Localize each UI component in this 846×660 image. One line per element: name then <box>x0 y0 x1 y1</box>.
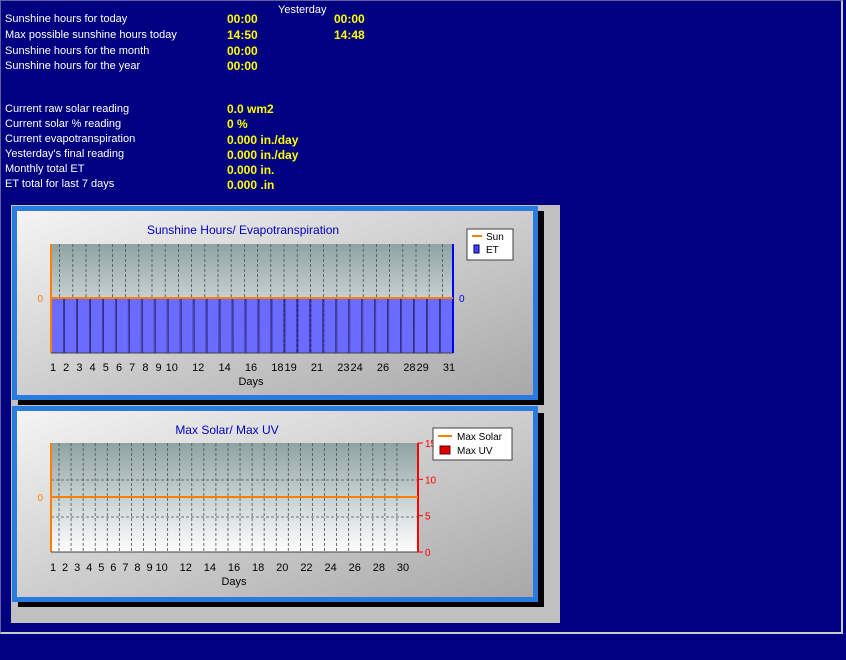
chart1-x-tick: 3 <box>76 362 82 374</box>
chart1-x-tick: 26 <box>377 362 389 374</box>
chart2-right-tick: 5 <box>425 512 431 523</box>
chart2-x-axis-label: Days <box>221 576 247 588</box>
chart2-x-tick: 2 <box>62 562 68 574</box>
chart2-x-tick: 14 <box>204 562 216 574</box>
chart1-x-tick: 29 <box>416 362 428 374</box>
chart1-x-tick: 24 <box>350 362 362 374</box>
chart2-legend-uv-swatch <box>439 445 451 455</box>
chart1-bar-et <box>115 297 129 354</box>
chart2-right-tick: 0 <box>425 548 431 559</box>
chart1-x-tick: 31 <box>443 362 455 374</box>
chart2-x-tick: 20 <box>276 562 288 574</box>
chart1-bar-et <box>440 297 453 354</box>
chart1-bar-et <box>232 297 246 354</box>
chart1-bar-et <box>310 297 324 354</box>
chart1-x-tick: 9 <box>156 362 162 374</box>
chart1-bar-et <box>284 297 298 354</box>
chart1-bar-et <box>193 297 207 354</box>
chart1-bar-et <box>427 297 440 354</box>
chart2-title: Max Solar/ Max UV <box>175 423 278 437</box>
chart2-x-tick: 6 <box>110 562 116 574</box>
chart1-right-tick: 0 <box>459 294 465 305</box>
chart1-x-tick: 8 <box>142 362 148 374</box>
chart2-x-tick: 5 <box>98 562 104 574</box>
chart2-legend-max-solar: Max Solar <box>457 432 503 443</box>
chart1-bar-et <box>401 297 414 354</box>
chart1-bar-et <box>258 297 272 354</box>
chart1-x-tick: 28 <box>403 362 415 374</box>
chart1-x-tick: 21 <box>311 362 323 374</box>
chart1-bar-et <box>180 297 194 354</box>
chart1-bar-et <box>297 297 311 354</box>
chart1-bar-et <box>102 297 116 354</box>
chart1-x-tick: 4 <box>90 362 96 374</box>
charts-canvas: Sunshine Hours/ Evapotranspiration 0 0 1… <box>12 206 544 607</box>
chart2-x-tick: 7 <box>122 562 128 574</box>
chart2-x-tick: 30 <box>397 562 409 574</box>
chart1-left-tick: 0 <box>37 294 43 305</box>
chart1-legend-et: ET <box>486 245 499 256</box>
chart1-x-tick: 10 <box>166 362 178 374</box>
chart1-bar-et <box>349 297 363 354</box>
chart2-x-tick: 28 <box>373 562 385 574</box>
chart1-bar-et <box>154 297 168 354</box>
chart1-bar-et <box>375 297 389 354</box>
chart1-x-tick: 7 <box>129 362 135 374</box>
chart2-legend-max-uv: Max UV <box>457 446 493 457</box>
chart1-legend-et-swatch <box>473 244 480 254</box>
chart1-x-tick: 12 <box>192 362 204 374</box>
chart1-x-tick: 2 <box>63 362 69 374</box>
chart2-x-tick: 8 <box>134 562 140 574</box>
chart1-x-tick: 6 <box>116 362 122 374</box>
chart1-bar-et <box>323 297 337 354</box>
chart1-bar-et <box>206 297 220 354</box>
chart2-right-tick: 10 <box>425 475 437 486</box>
chart1-x-tick: 23 <box>337 362 349 374</box>
chart1-bar-et <box>77 297 90 354</box>
chart2-x-tick: 1 <box>50 562 56 574</box>
chart1-x-tick: 14 <box>218 362 230 374</box>
chart2-x-tick: 10 <box>155 562 167 574</box>
chart1-legend-sun: Sun <box>486 232 504 243</box>
chart1-bar-et <box>64 297 77 354</box>
chart1-bar-et <box>51 297 64 354</box>
chart1-bar-et <box>271 297 285 354</box>
chart1-bar-et <box>167 297 181 354</box>
chart1-bar-et <box>414 297 427 354</box>
chart1-bar-et <box>245 297 259 354</box>
chart2-x-tick: 24 <box>324 562 336 574</box>
chart1-x-tick: 16 <box>245 362 257 374</box>
chart1-bar-et <box>141 297 155 354</box>
chart2-x-tick: 26 <box>349 562 361 574</box>
chart1-title: Sunshine Hours/ Evapotranspiration <box>147 223 339 237</box>
chart1-bar-et <box>128 297 142 354</box>
chart1-bar-et <box>336 297 350 354</box>
chart2-x-tick: 18 <box>252 562 264 574</box>
chart2-x-tick: 9 <box>146 562 152 574</box>
chart2-x-tick: 16 <box>228 562 240 574</box>
chart1-bar-et <box>219 297 233 354</box>
chart1-x-tick: 18 <box>271 362 283 374</box>
chart2-x-tick: 4 <box>86 562 92 574</box>
chart2-x-tick: 22 <box>300 562 312 574</box>
chart1-bar-et <box>362 297 376 354</box>
chart1-x-tick: 1 <box>50 362 56 374</box>
chart2-x-tick: 12 <box>180 562 192 574</box>
chart1-bar-et <box>90 297 103 354</box>
chart1-x-tick: 5 <box>103 362 109 374</box>
chart1-x-tick: 19 <box>284 362 296 374</box>
chart2-x-tick: 3 <box>74 562 80 574</box>
chart1-bar-et <box>388 297 402 354</box>
chart2-left-tick: 0 <box>37 493 43 504</box>
chart1-x-axis-label: Days <box>238 376 264 388</box>
